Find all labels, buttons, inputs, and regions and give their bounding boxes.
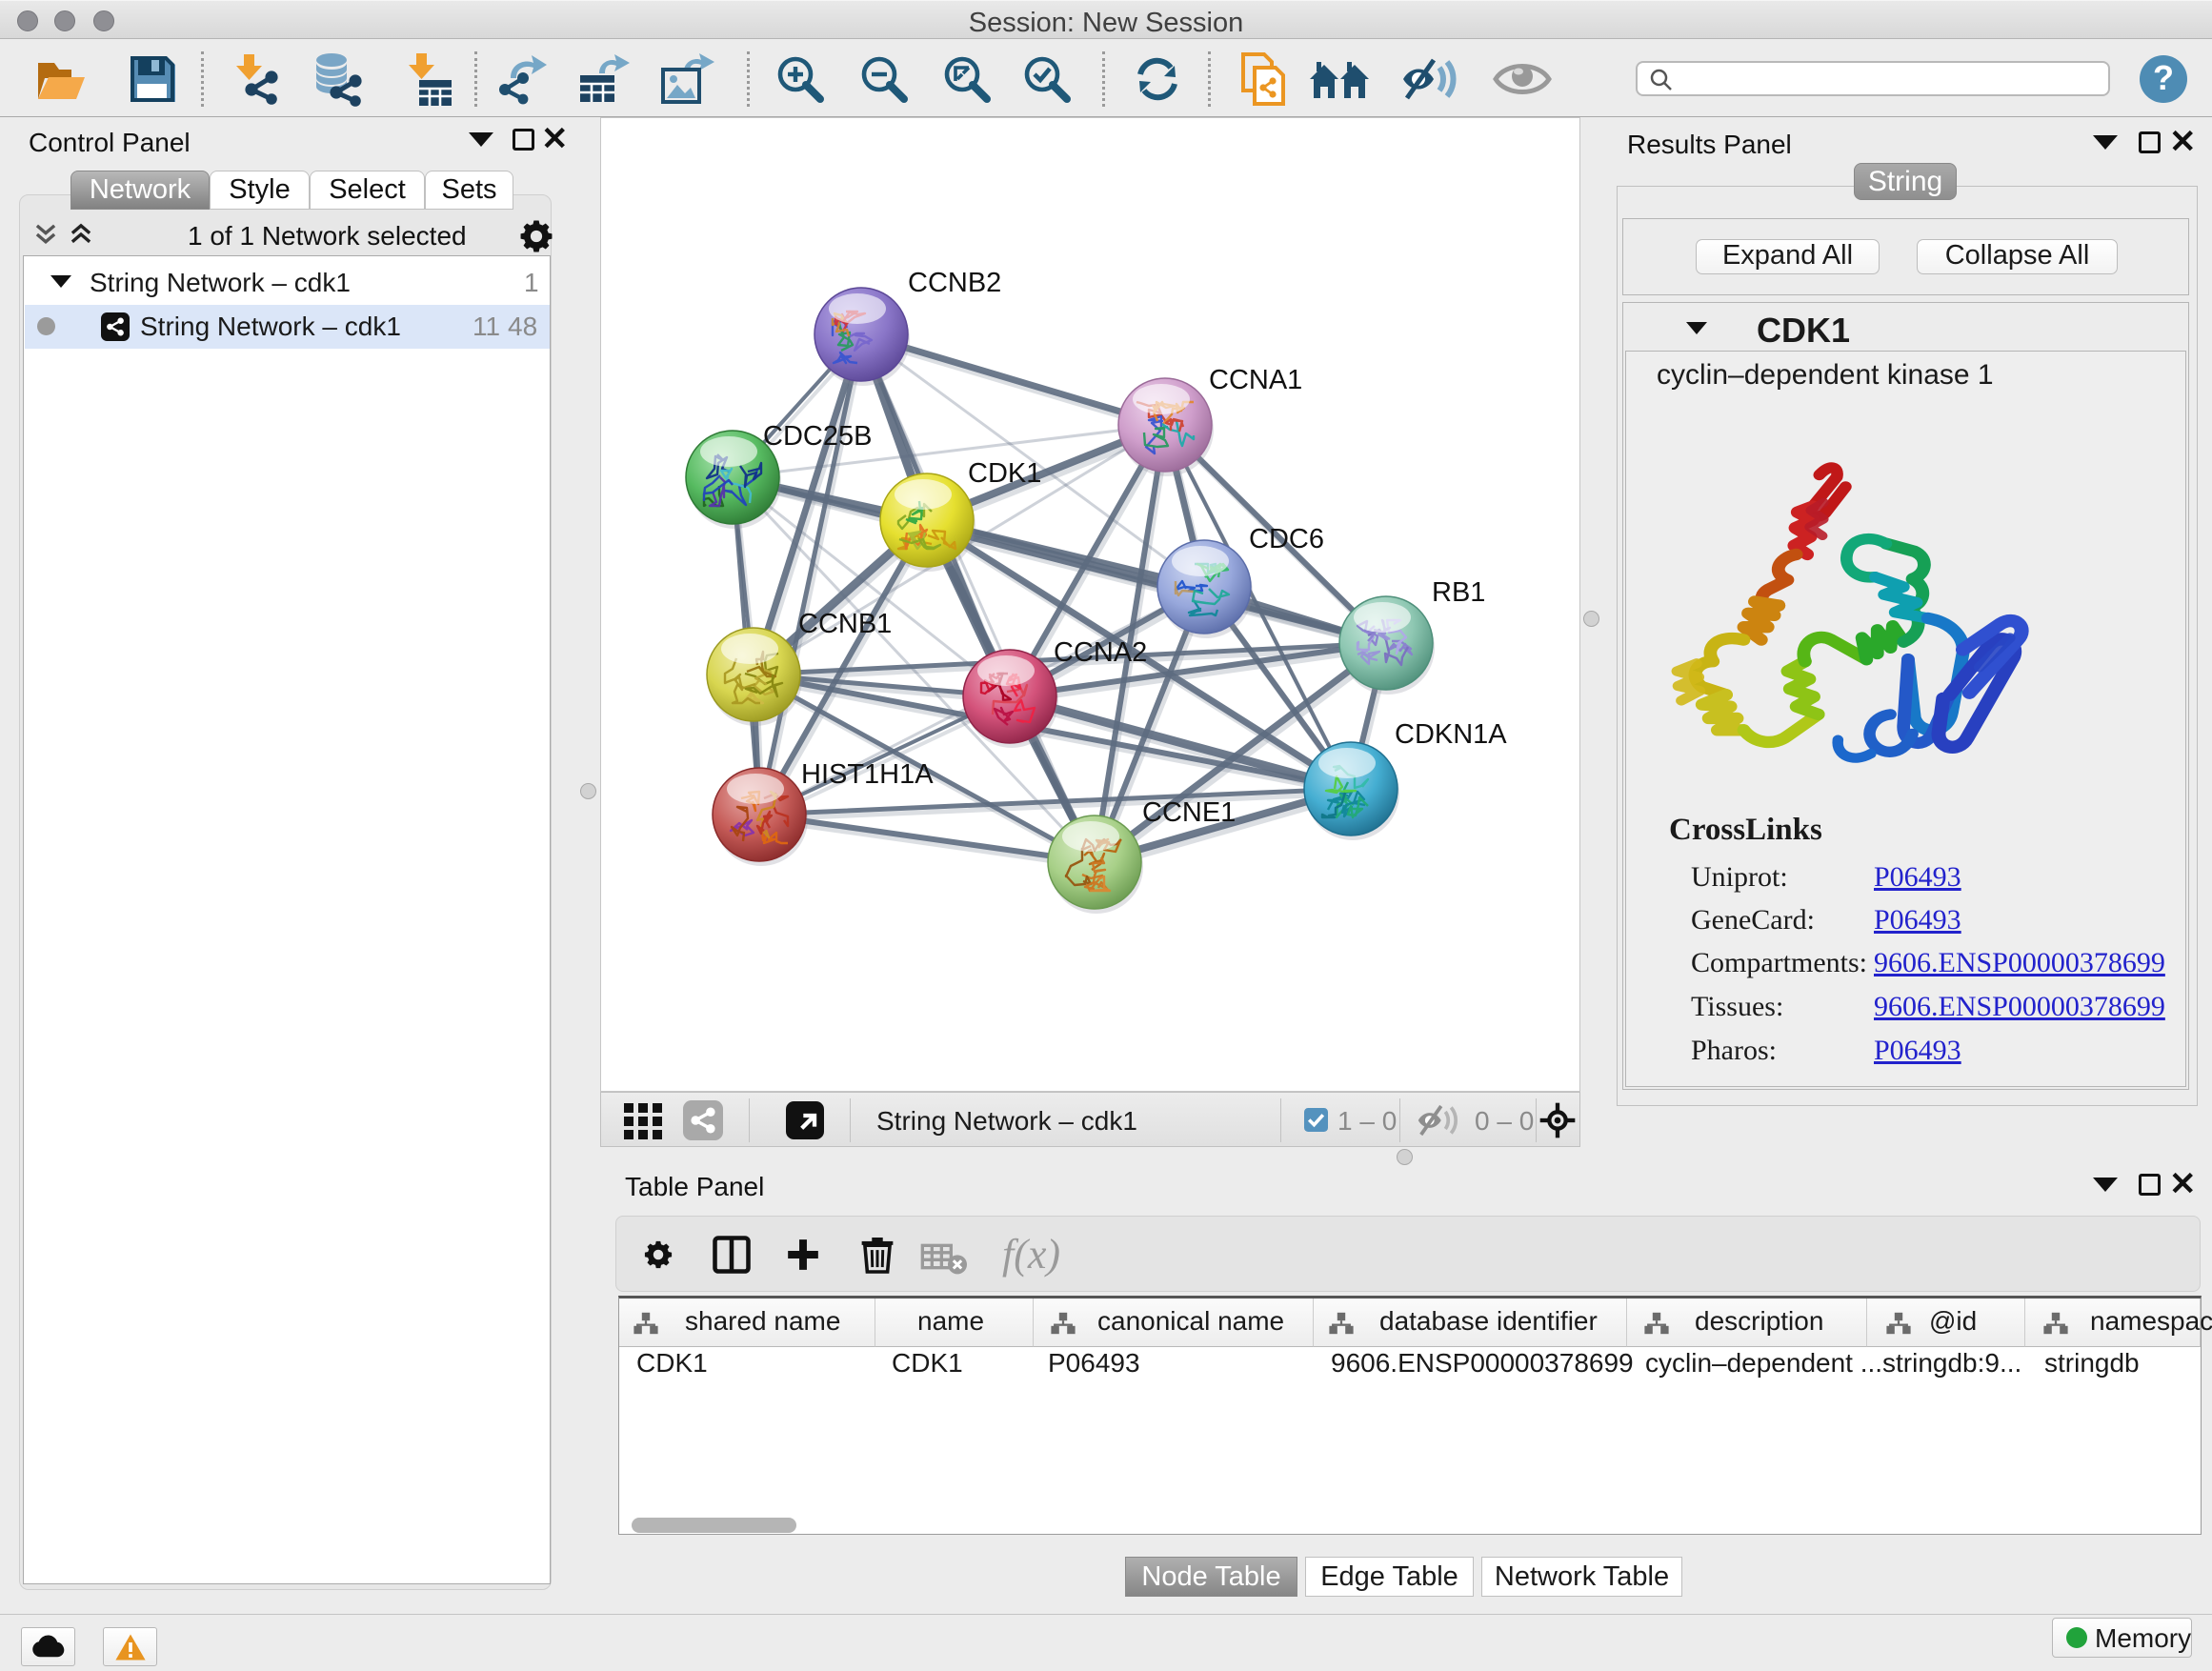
svg-text:CDKN1A: CDKN1A: [1395, 719, 1507, 750]
svg-text:CDC25B: CDC25B: [763, 421, 872, 452]
svg-text:RB1: RB1: [1432, 577, 1485, 608]
svg-text:CCNE1: CCNE1: [1142, 797, 1236, 828]
svg-text:CCNB1: CCNB1: [798, 609, 892, 639]
svg-text:CDC6: CDC6: [1249, 524, 1324, 554]
svg-text:HIST1H1A: HIST1H1A: [801, 759, 934, 790]
svg-text:?: ?: [2153, 58, 2174, 97]
svg-text:CDK1: CDK1: [968, 458, 1041, 489]
svg-text:CCNA1: CCNA1: [1209, 365, 1302, 395]
svg-text:CCNA2: CCNA2: [1054, 637, 1147, 668]
svg-text:CCNB2: CCNB2: [908, 268, 1001, 298]
